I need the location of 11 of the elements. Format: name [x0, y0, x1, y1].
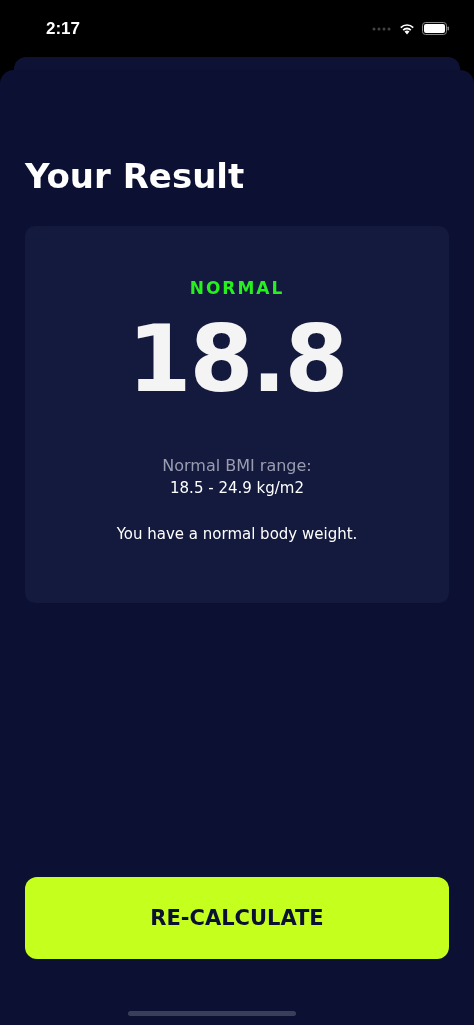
- bmi-value: 18.8: [127, 310, 347, 410]
- result-message: You have a normal body weight.: [116, 525, 358, 543]
- status-time: 2:17: [46, 18, 81, 39]
- signal-icon: [372, 26, 392, 31]
- range-label: Normal BMI range:: [162, 456, 312, 475]
- wifi-icon: [398, 22, 416, 35]
- battery-icon: [422, 22, 450, 35]
- result-category: NORMAL: [189, 278, 285, 298]
- range-value: 18.5 - 24.9 kg/m2: [170, 479, 304, 497]
- page-title: Your Result: [25, 156, 245, 196]
- recalculate-button[interactable]: RE-CALCULATE: [25, 877, 449, 959]
